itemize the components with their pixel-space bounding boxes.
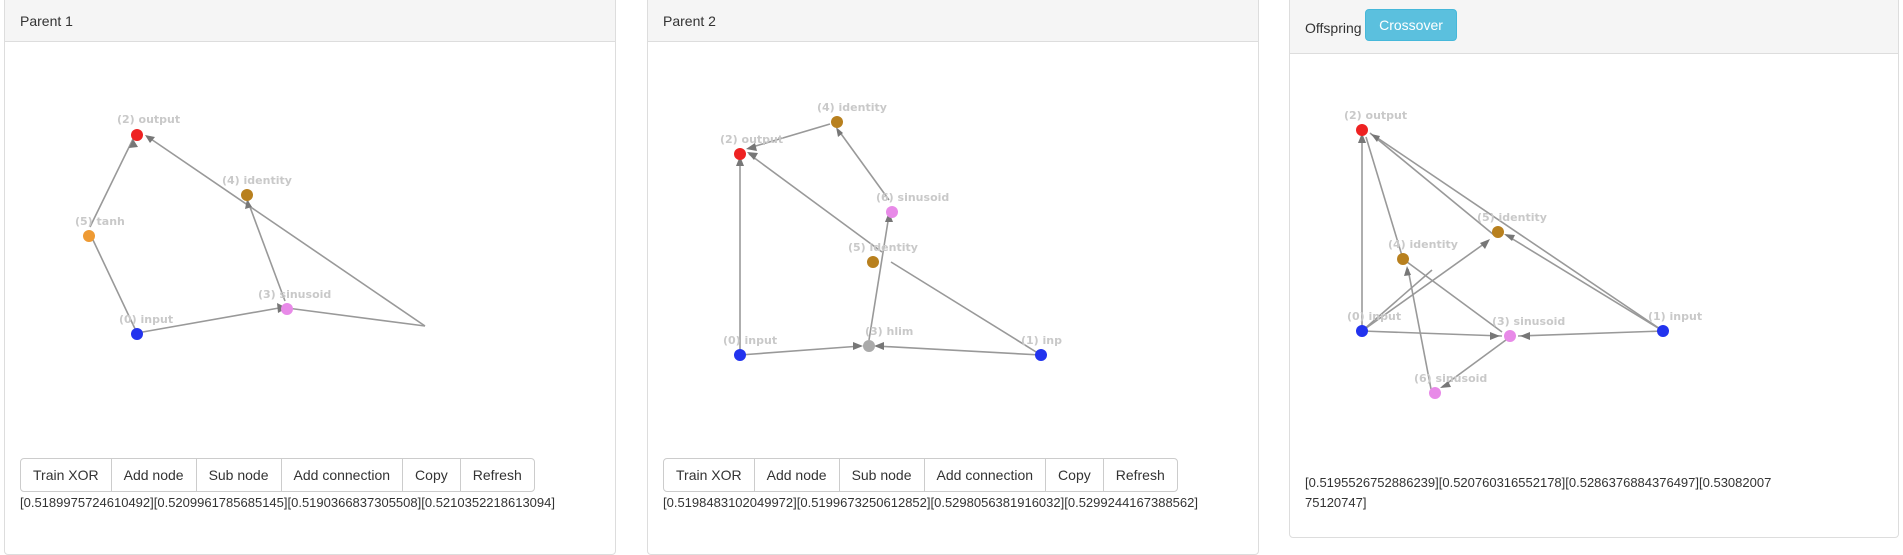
graph-node-input[interactable] bbox=[1035, 349, 1047, 361]
edge-1-3 bbox=[286, 307, 426, 327]
add-node-button[interactable]: Add node bbox=[110, 458, 197, 492]
arrowhead-icon bbox=[1404, 266, 1411, 276]
graph-node-input[interactable] bbox=[1356, 325, 1368, 337]
node-label: (5) tanh bbox=[75, 215, 125, 228]
graph-node-identity[interactable] bbox=[831, 116, 843, 128]
graph-node-input[interactable] bbox=[1657, 325, 1669, 337]
graph-node-output[interactable] bbox=[1356, 124, 1368, 136]
graph-node-input[interactable] bbox=[734, 349, 746, 361]
node-label: (3) sinusoid bbox=[1492, 315, 1565, 328]
arrowhead-icon bbox=[1480, 239, 1490, 249]
graph-node-tanh[interactable] bbox=[83, 230, 95, 242]
arrowhead-icon bbox=[874, 342, 884, 350]
node-label: (1) input bbox=[1648, 310, 1702, 323]
node-label: (2) output bbox=[117, 113, 180, 126]
edge-6-4 bbox=[1407, 268, 1432, 390]
graph-node-identity[interactable] bbox=[241, 189, 253, 201]
arrowhead-icon bbox=[145, 135, 155, 143]
graph-node-sinusoid[interactable] bbox=[886, 206, 898, 218]
graph-node-identity[interactable] bbox=[1397, 253, 1409, 265]
graph-node-sinusoid[interactable] bbox=[1504, 330, 1516, 342]
train-xor-button[interactable]: Train XOR bbox=[20, 458, 112, 492]
add-connection-button[interactable]: Add connection bbox=[923, 458, 1047, 492]
edge-1-5 bbox=[890, 261, 1042, 356]
sub-node-button[interactable]: Sub node bbox=[195, 458, 282, 492]
graph-node-identity[interactable] bbox=[867, 256, 879, 268]
refresh-button[interactable]: Refresh bbox=[459, 458, 535, 492]
node-label: (3) hlim bbox=[865, 325, 913, 338]
node-label: (6) sinusoid bbox=[876, 191, 949, 204]
offspring-network-graph: (2) output (5) identity (4) identity (0)… bbox=[1344, 109, 1702, 399]
graph-node-sinusoid[interactable] bbox=[281, 303, 293, 315]
edge-6-4 bbox=[838, 130, 890, 201]
add-node-button[interactable]: Add node bbox=[753, 458, 840, 492]
parent1-network-graph: (2) output (4) identity (5) tanh (3) sin… bbox=[75, 113, 426, 340]
node-label: (0) input bbox=[119, 313, 173, 326]
parent1-panel: Parent 1 (2) output (4) identity (5) tan bbox=[4, 0, 616, 555]
edge-1-3 bbox=[875, 345, 1042, 356]
arrowhead-icon bbox=[1520, 332, 1530, 340]
edge-5-2 bbox=[89, 138, 134, 228]
graph-node-input[interactable] bbox=[131, 328, 143, 340]
edge-3-6 bbox=[868, 214, 890, 341]
graph-node-hlim[interactable] bbox=[863, 340, 875, 352]
node-label: (3) sinusoid bbox=[258, 288, 331, 301]
edge-1-3 bbox=[1517, 330, 1664, 337]
offspring-panel: Offspring Crossover (2) output (5) ident… bbox=[1289, 0, 1899, 538]
graph-node-output[interactable] bbox=[131, 129, 143, 141]
arrowhead-icon bbox=[1490, 332, 1500, 340]
edge-3-4 bbox=[246, 198, 286, 302]
train-xor-button[interactable]: Train XOR bbox=[663, 458, 755, 492]
node-label: (2) output bbox=[1344, 109, 1407, 122]
graph-node-output[interactable] bbox=[734, 148, 746, 160]
parent2-panel: Parent 2 (4) identity (2) output (6) sin… bbox=[647, 0, 1259, 555]
parent2-output-values: [0.5198483102049972][0.5199673250612852]… bbox=[663, 495, 1198, 510]
edge-5-2 bbox=[748, 153, 883, 253]
refresh-button[interactable]: Refresh bbox=[1102, 458, 1178, 492]
node-label: (1) inp bbox=[1021, 334, 1062, 347]
parent1-toolbar: Train XOR Add node Sub node Add connecti… bbox=[20, 458, 535, 492]
node-label: (0) input bbox=[1347, 310, 1401, 323]
edge-1-2 bbox=[1372, 134, 1664, 332]
node-label: (5) identity bbox=[1477, 211, 1547, 224]
edge-5-2 bbox=[1369, 132, 1495, 236]
node-label: (5) identity bbox=[848, 241, 918, 254]
arrowhead-icon bbox=[853, 342, 863, 350]
node-label: (4) identity bbox=[222, 174, 292, 187]
node-label: (0) input bbox=[723, 334, 777, 347]
edge-0-3 bbox=[1361, 330, 1503, 337]
offspring-output-values: [0.5195526752886239][0.520760316552178][… bbox=[1305, 475, 1772, 510]
add-connection-button[interactable]: Add connection bbox=[280, 458, 404, 492]
node-label: (4) identity bbox=[1388, 238, 1458, 251]
graph-node-sinusoid[interactable] bbox=[1429, 387, 1441, 399]
edge-0-3 bbox=[739, 345, 862, 356]
node-label: (6) sinusoid bbox=[1414, 372, 1487, 385]
copy-button[interactable]: Copy bbox=[1045, 458, 1104, 492]
node-label: (2) output bbox=[720, 133, 783, 146]
graph-node-identity[interactable] bbox=[1492, 226, 1504, 238]
copy-button[interactable]: Copy bbox=[402, 458, 461, 492]
node-label: (4) identity bbox=[817, 101, 887, 114]
sub-node-button[interactable]: Sub node bbox=[838, 458, 925, 492]
parent1-output-values: [0.5189975724610492][0.5209961785685145]… bbox=[20, 495, 555, 510]
parent2-network-graph: (4) identity (2) output (6) sinusoid (5)… bbox=[720, 101, 1062, 361]
parent2-toolbar: Train XOR Add node Sub node Add connecti… bbox=[663, 458, 1178, 492]
